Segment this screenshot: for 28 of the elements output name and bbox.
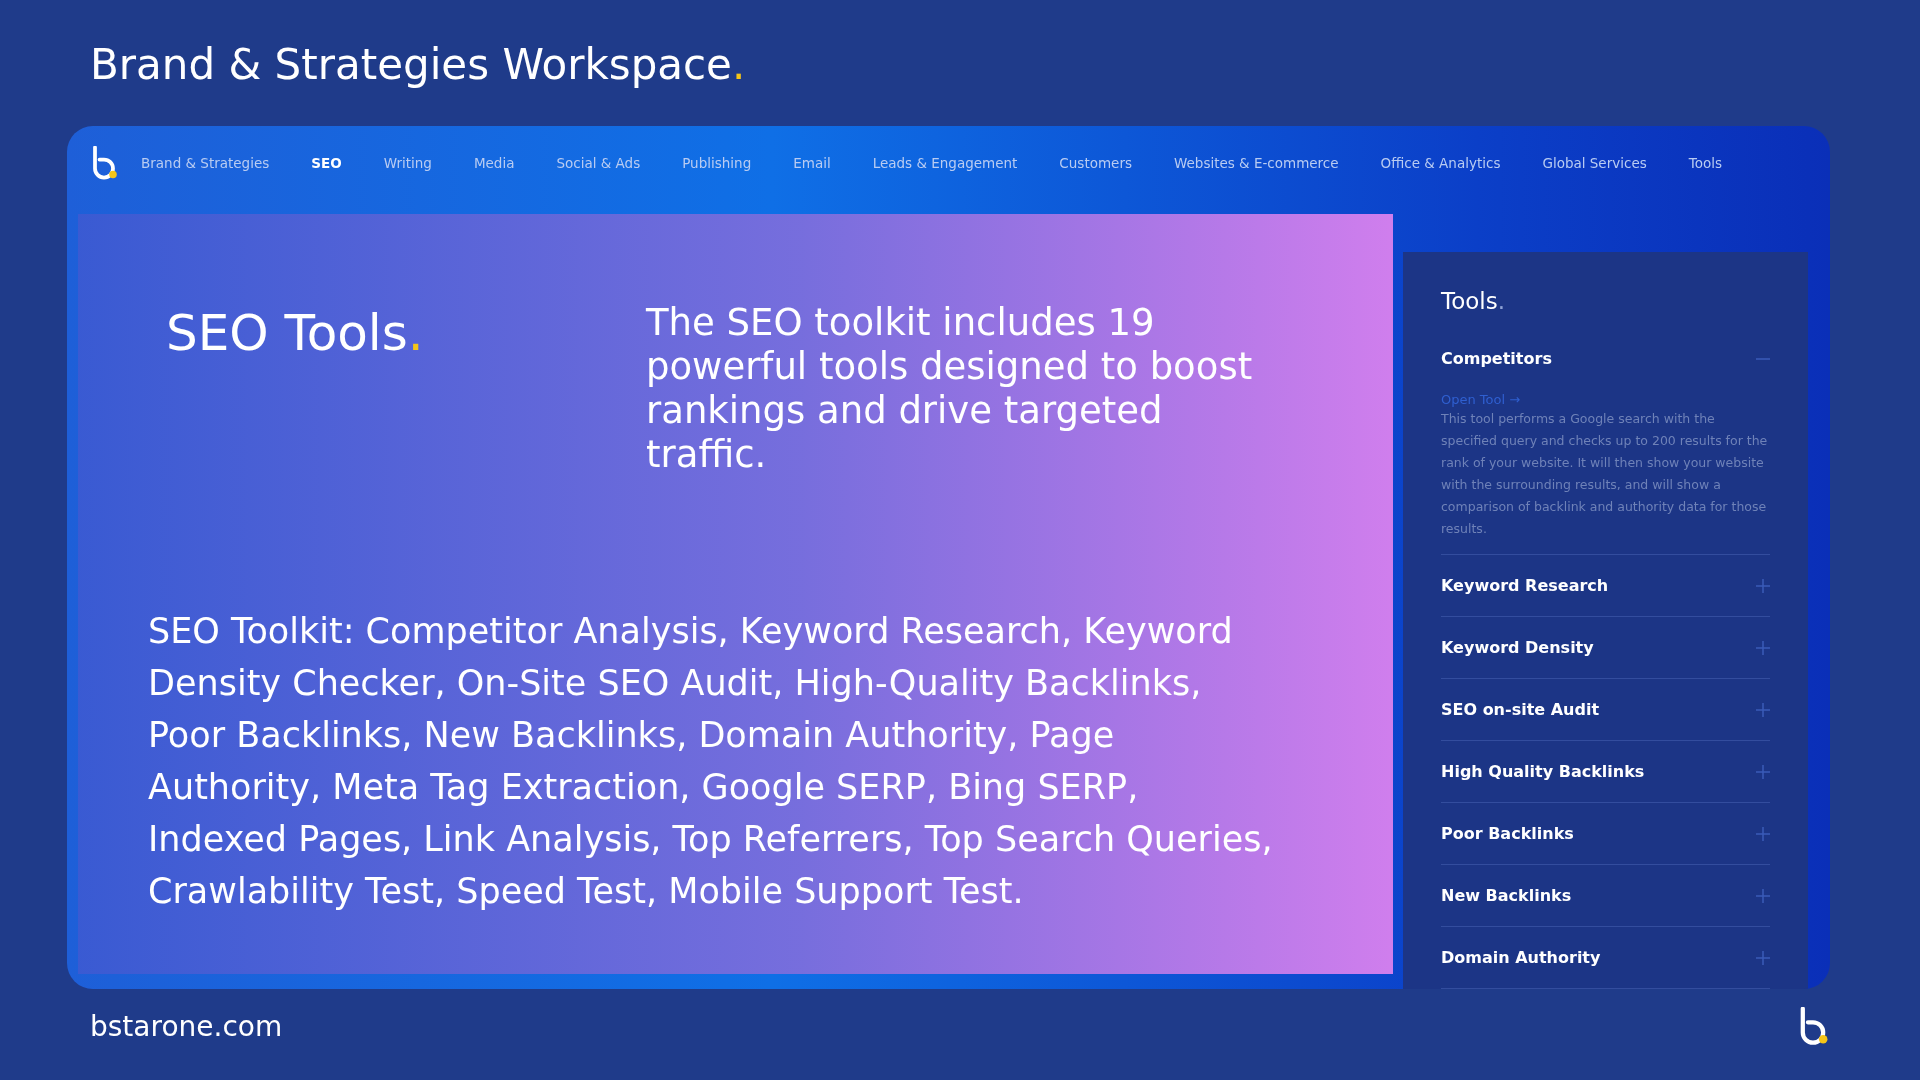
nav-tab[interactable]: Tools xyxy=(1688,147,1722,179)
slide-title: Brand & Strategies Workspace. xyxy=(90,40,747,91)
accordion-item[interactable]: New Backlinks xyxy=(1441,865,1770,926)
accordion-item[interactable]: SEO on-site Audit xyxy=(1441,679,1770,740)
accordion-item[interactable]: High Quality Backlinks xyxy=(1441,741,1770,802)
accordion-item[interactable]: Competitors xyxy=(1441,328,1770,389)
nav-tab[interactable]: Websites & E-commerce xyxy=(1173,147,1339,179)
nav-tab[interactable]: Office & Analytics xyxy=(1380,147,1501,179)
nav-tab[interactable]: Brand & Strategies xyxy=(141,147,270,179)
nav-tab[interactable]: Media xyxy=(473,147,515,179)
heading: SEO Tools. xyxy=(165,304,425,364)
panel-title: Tools. xyxy=(1441,288,1506,314)
nav-tab[interactable]: Email xyxy=(793,147,831,179)
summary-text: SEO Toolkit: Competitor Analysis, Keyword Research, Keyword Density Checker, On-Site SEO Audit, High-Quality Backlinks, Poor Backlinks, New Backlinks, Domain Authority, Page Authority, Meta Tag Extraction, Google SERP, Bing SERP, Indexed Pages, Link Analysis, Top Referrers, Top Search Queries, Crawlability Test, Speed Test, Mobile Support Test. xyxy=(148,610,1274,913)
nav-tab[interactable]: Customers xyxy=(1059,147,1132,179)
accordion-item[interactable]: Poor Backlinks xyxy=(1441,803,1770,864)
accordion-item[interactable]: Domain Authority xyxy=(1441,927,1770,988)
nav-tab[interactable]: SEO xyxy=(311,147,342,179)
nav-tab[interactable]: Leads & Engagement xyxy=(872,147,1018,179)
nav-tab[interactable]: Publishing xyxy=(682,147,752,179)
nav-tab[interactable]: Social & Ads xyxy=(556,147,641,179)
accordion-item[interactable]: Keyword Density xyxy=(1441,617,1770,678)
tool-description: This tool performs a Google search with the specified query and checks up to 200 results for the rank of your website. It will then show your website with the surrounding results, and will show a comparison of backlink and authority data for those results. xyxy=(1441,410,1769,538)
nav-tab[interactable]: Global Services xyxy=(1542,147,1647,179)
accordion-item[interactable]: Keyword Research xyxy=(1441,555,1770,616)
footer-url: bstarone.com xyxy=(90,1010,283,1044)
intro-text: The SEO toolkit includes 19 powerful tools designed to boost rankings and drive targeted traffic. xyxy=(646,301,1254,477)
nav-tab[interactable]: Writing xyxy=(383,147,432,179)
